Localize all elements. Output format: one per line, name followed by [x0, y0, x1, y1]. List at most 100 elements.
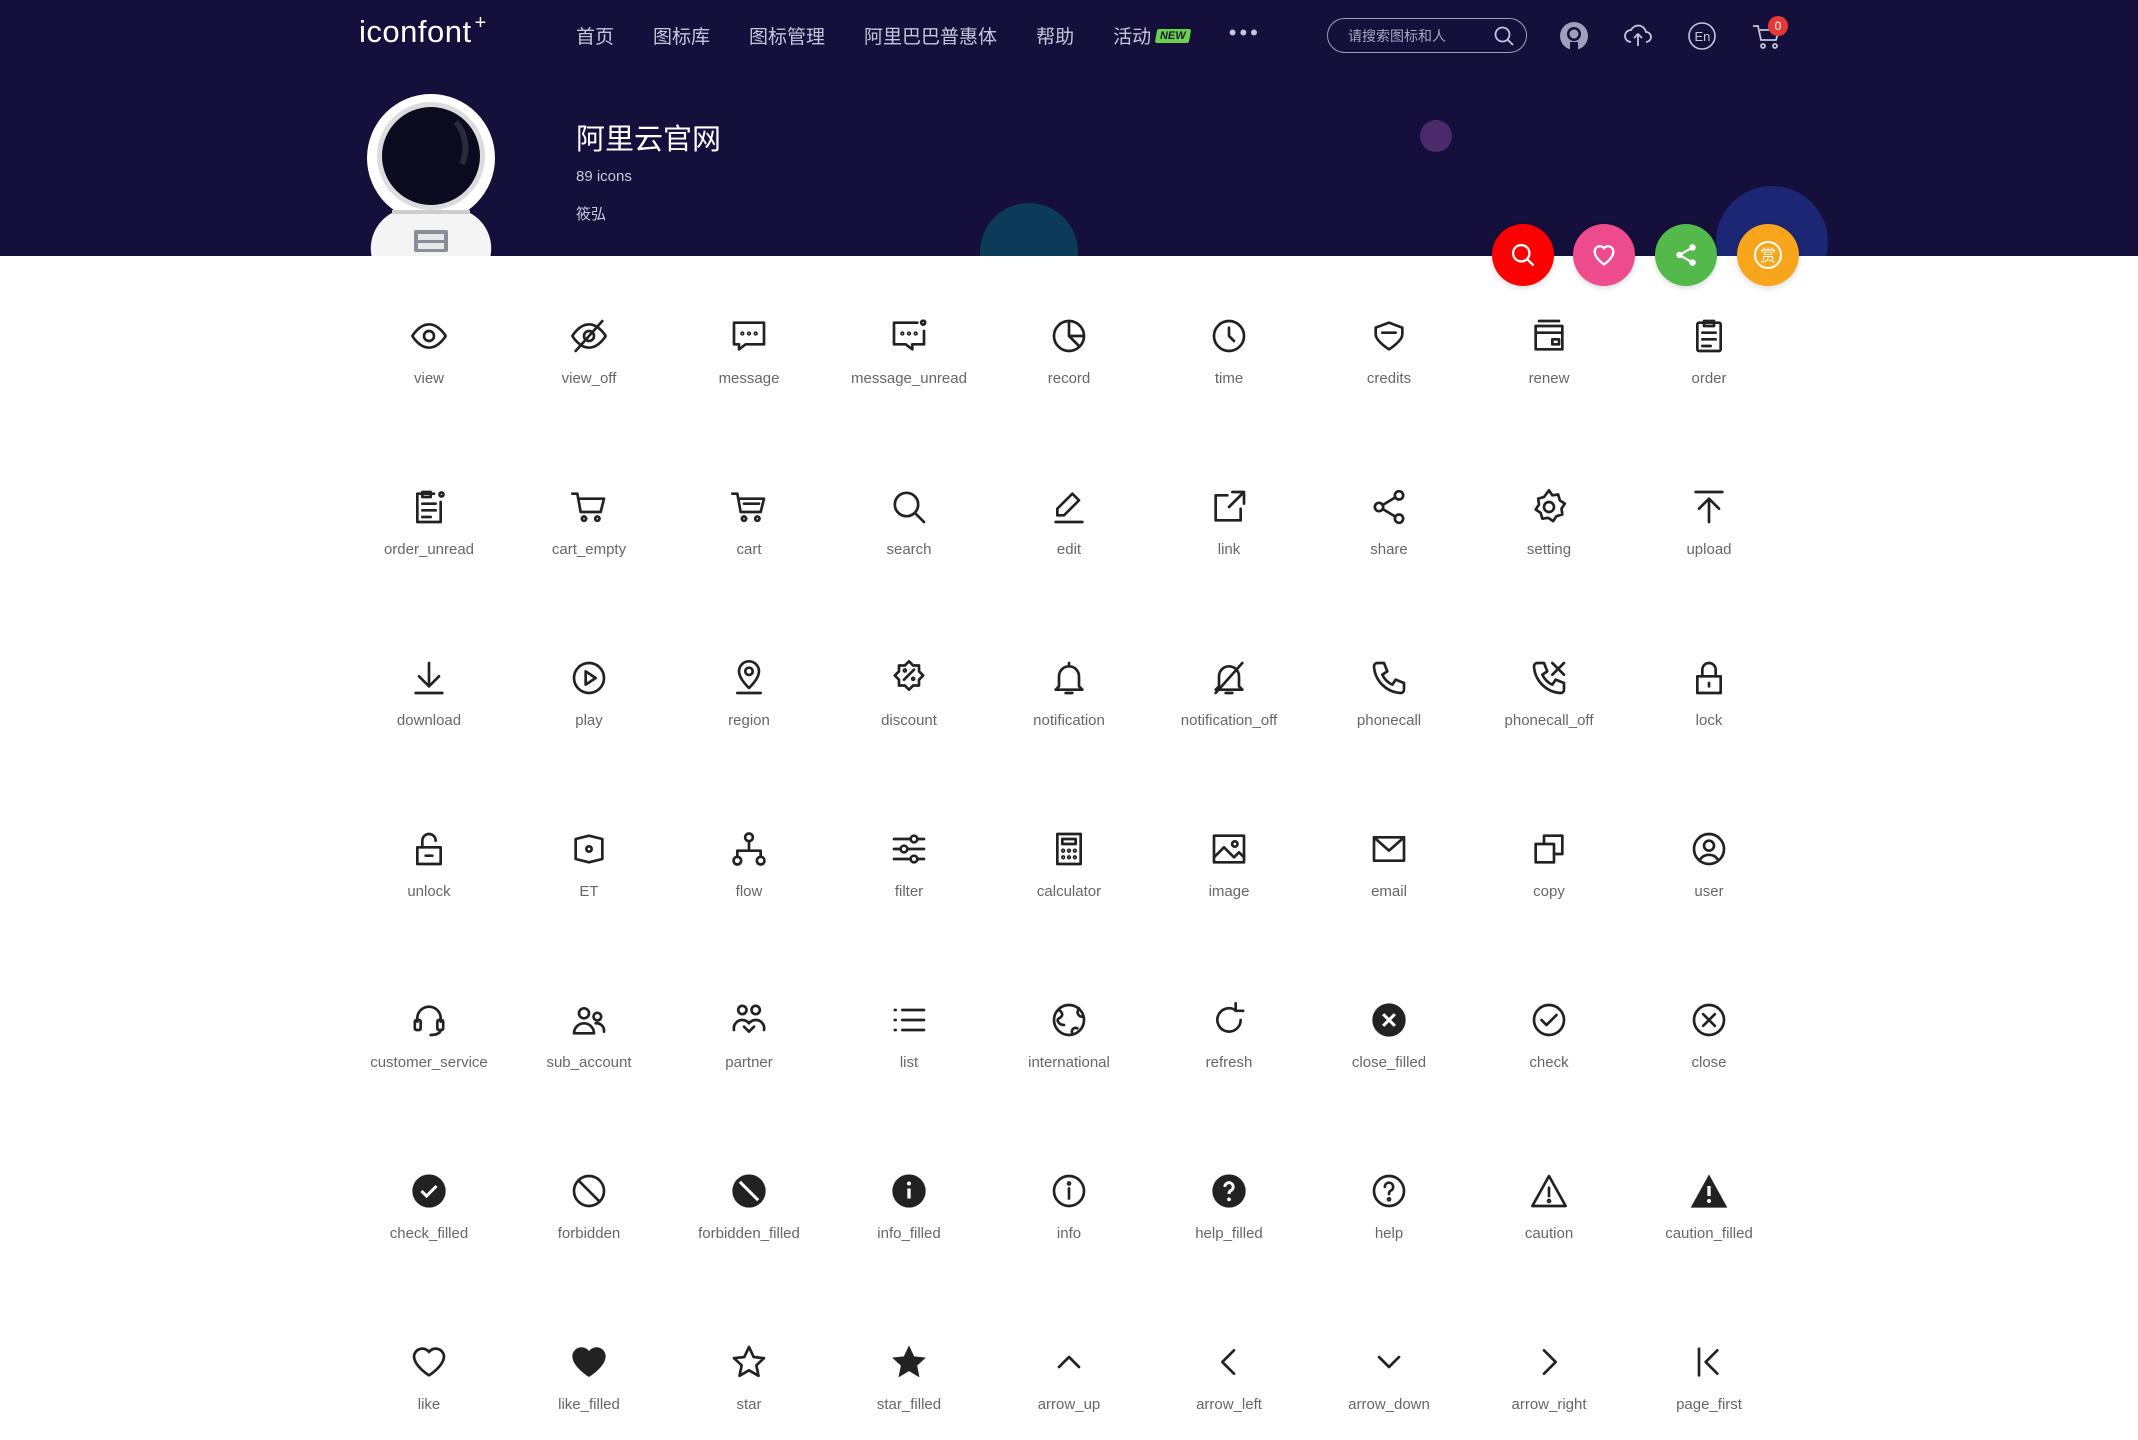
- icon-card-check[interactable]: check: [1469, 984, 1629, 1155]
- icon-card-credits[interactable]: credits: [1309, 300, 1469, 471]
- nav-item-font[interactable]: 阿里巴巴普惠体: [864, 22, 997, 49]
- icon-card-notification[interactable]: notification: [989, 642, 1149, 813]
- lock-icon: [1696, 661, 1722, 695]
- icon-card-customer-service[interactable]: customer_service: [349, 984, 509, 1155]
- icon-card-forbidden-filled[interactable]: forbidden_filled: [669, 1155, 829, 1326]
- icon-card-message[interactable]: message: [669, 300, 829, 471]
- notification-icon: [1054, 661, 1084, 695]
- icon-card-upload[interactable]: upload: [1629, 471, 1789, 642]
- icon-label: message: [718, 370, 780, 387]
- icon-card-view-off[interactable]: view_off: [509, 300, 669, 471]
- icon-label: arrow_up: [1037, 1396, 1101, 1413]
- list-icon: [893, 1008, 926, 1032]
- share-button[interactable]: [1655, 224, 1717, 286]
- icon-card-sub-account[interactable]: sub_account: [509, 984, 669, 1155]
- icon-card-like[interactable]: like: [349, 1326, 509, 1440]
- icon-label: phonecall_off: [1504, 712, 1594, 729]
- icon-card-calculator[interactable]: calculator: [989, 813, 1149, 984]
- icon-card-download[interactable]: download: [349, 642, 509, 813]
- icon-card-phonecall[interactable]: phonecall: [1309, 642, 1469, 813]
- icon-card-cart[interactable]: cart: [669, 471, 829, 642]
- icon-label: forbidden_filled: [698, 1225, 800, 1242]
- nav-item-library[interactable]: 图标库: [653, 22, 710, 49]
- search-project-button[interactable]: [1492, 224, 1554, 286]
- icon-card-help-filled[interactable]: help_filled: [1149, 1155, 1309, 1326]
- icon-card-filter[interactable]: filter: [829, 813, 989, 984]
- icon-card-arrow-up[interactable]: arrow_up: [989, 1326, 1149, 1440]
- icon-card-forbidden[interactable]: forbidden: [509, 1155, 669, 1326]
- icon-card-flow[interactable]: flow: [669, 813, 829, 984]
- icon-card-time[interactable]: time: [1149, 300, 1309, 471]
- nav-item-home[interactable]: 首页: [576, 22, 614, 49]
- icon-label: arrow_left: [1196, 1396, 1262, 1413]
- icon-card-like-filled[interactable]: like_filled: [509, 1326, 669, 1440]
- icon-card-message-unread[interactable]: message_unread: [829, 300, 989, 471]
- favorite-button[interactable]: [1573, 224, 1635, 286]
- search-icon[interactable]: [1492, 24, 1516, 48]
- icon-card-play[interactable]: play: [509, 642, 669, 813]
- icon-card-close[interactable]: close: [1629, 984, 1789, 1155]
- nav-item-manage[interactable]: 图标管理: [749, 22, 825, 49]
- icon-card-share[interactable]: share: [1309, 471, 1469, 642]
- github-icon[interactable]: [1558, 20, 1590, 52]
- search-input[interactable]: [1348, 27, 1488, 44]
- icon-card-star[interactable]: star: [669, 1326, 829, 1440]
- icon-card-order[interactable]: order: [1629, 300, 1789, 471]
- iconfont-logo[interactable]: iconfont +: [359, 12, 487, 50]
- arrow-up-icon: [1057, 1355, 1081, 1369]
- time-icon: [1212, 319, 1246, 353]
- icon-card-cart-empty[interactable]: cart_empty: [509, 471, 669, 642]
- more-menu-icon[interactable]: •••: [1229, 20, 1261, 46]
- page-first-icon: [1697, 1347, 1719, 1377]
- email-icon: [1372, 836, 1406, 862]
- icon-card-page-first[interactable]: page_first: [1629, 1326, 1789, 1440]
- icon-card-user[interactable]: user: [1629, 813, 1789, 984]
- icon-card-help[interactable]: help: [1309, 1155, 1469, 1326]
- icon-label: view: [413, 370, 444, 387]
- icon-label: phonecall: [1356, 712, 1422, 729]
- icon-label: like: [417, 1396, 441, 1413]
- icon-card-record[interactable]: record: [989, 300, 1149, 471]
- refresh-icon: [1216, 1002, 1245, 1033]
- icon-card-close-filled[interactable]: close_filled: [1309, 984, 1469, 1155]
- icon-card-caution-filled[interactable]: caution_filled: [1629, 1155, 1789, 1326]
- icon-card-arrow-left[interactable]: arrow_left: [1149, 1326, 1309, 1440]
- icon-card-notification-off[interactable]: notification_off: [1149, 642, 1309, 813]
- icon-card-et[interactable]: ET: [509, 813, 669, 984]
- icon-label: caution_filled: [1665, 1225, 1753, 1242]
- upload-cloud-icon[interactable]: [1622, 20, 1654, 52]
- icon-card-list[interactable]: list: [829, 984, 989, 1155]
- icon-card-unlock[interactable]: unlock: [349, 813, 509, 984]
- icon-card-image[interactable]: image: [1149, 813, 1309, 984]
- icon-card-partner[interactable]: partner: [669, 984, 829, 1155]
- icon-card-setting[interactable]: setting: [1469, 471, 1629, 642]
- icon-card-phonecall-off[interactable]: phonecall_off: [1469, 642, 1629, 813]
- reward-button[interactable]: 赏: [1737, 224, 1799, 286]
- icon-card-view[interactable]: view: [349, 300, 509, 471]
- project-header: iconfont + 首页 图标库 图标管理 阿里巴巴普惠体 帮助 活动 NEW…: [0, 0, 2138, 256]
- language-en-icon[interactable]: En: [1686, 20, 1718, 52]
- project-owner[interactable]: 筱弘: [576, 203, 606, 224]
- icon-card-arrow-down[interactable]: arrow_down: [1309, 1326, 1469, 1440]
- icon-card-copy[interactable]: copy: [1469, 813, 1629, 984]
- icon-card-link[interactable]: link: [1149, 471, 1309, 642]
- icon-card-star-filled[interactable]: star_filled: [829, 1326, 989, 1440]
- icon-card-caution[interactable]: caution: [1469, 1155, 1629, 1326]
- icon-card-discount[interactable]: discount: [829, 642, 989, 813]
- icon-card-info-filled[interactable]: info_filled: [829, 1155, 989, 1326]
- nav-item-activity[interactable]: 活动 NEW: [1113, 22, 1191, 49]
- forbidden-filled-icon: [732, 1174, 766, 1208]
- icon-card-edit[interactable]: edit: [989, 471, 1149, 642]
- icon-card-search[interactable]: search: [829, 471, 989, 642]
- icon-card-renew[interactable]: renew: [1469, 300, 1629, 471]
- icon-card-region[interactable]: region: [669, 642, 829, 813]
- icon-card-arrow-right[interactable]: arrow_right: [1469, 1326, 1629, 1440]
- icon-card-info[interactable]: info: [989, 1155, 1149, 1326]
- icon-card-order-unread[interactable]: order_unread: [349, 471, 509, 642]
- icon-card-check-filled[interactable]: check_filled: [349, 1155, 509, 1326]
- icon-card-lock[interactable]: lock: [1629, 642, 1789, 813]
- nav-item-help[interactable]: 帮助: [1036, 22, 1074, 49]
- icon-card-refresh[interactable]: refresh: [1149, 984, 1309, 1155]
- icon-card-international[interactable]: international: [989, 984, 1149, 1155]
- icon-card-email[interactable]: email: [1309, 813, 1469, 984]
